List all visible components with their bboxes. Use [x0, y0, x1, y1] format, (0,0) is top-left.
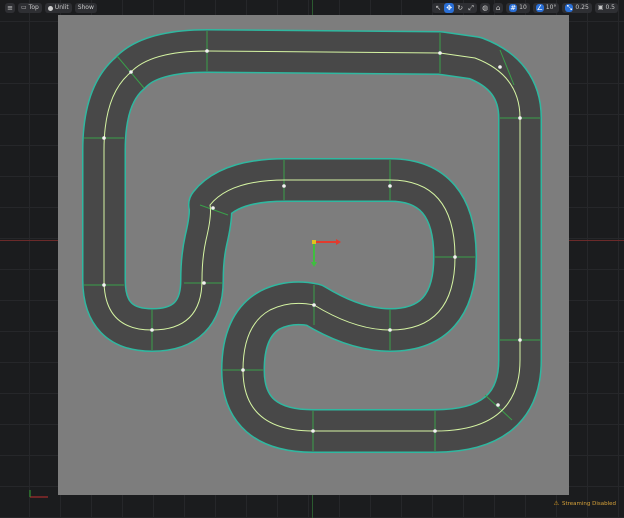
- scale-snap-button[interactable]: ⤡ 0.25: [562, 3, 592, 13]
- transform-gizmo[interactable]: [311, 239, 341, 267]
- world-axis-gizmo: [29, 490, 48, 498]
- rotation-snap-button[interactable]: ∠ 10°: [532, 3, 560, 13]
- view-mode-label: Top: [28, 4, 39, 11]
- scale-icon[interactable]: ⤢: [466, 3, 476, 13]
- spline-point: [205, 49, 209, 53]
- spline-point: [388, 184, 392, 188]
- translate-icon[interactable]: ✥: [444, 3, 455, 13]
- spline-point: [518, 116, 522, 120]
- spline-point: [311, 429, 315, 433]
- grid-snap-button[interactable]: # 10: [506, 3, 530, 13]
- rotation-snap-icon: ∠: [535, 4, 544, 12]
- camera-speed-icon: ▣: [597, 4, 604, 11]
- camera-speed-value: 0.5: [605, 4, 615, 11]
- spline-point: [129, 70, 133, 74]
- viewport-toolbar-right: ↖ ✥ ↻ ⤢ ◍ ⌂ # 10 ∠ 10° ⤡ 0.25 ▣ 0.5: [432, 3, 618, 13]
- camera-speed-button[interactable]: ▣ 0.5: [594, 3, 618, 13]
- show-label: Show: [77, 4, 94, 11]
- grid-size-value: 10: [519, 4, 527, 11]
- spline-point: [498, 65, 502, 69]
- spline-point: [102, 283, 106, 287]
- spline-point: [388, 328, 392, 332]
- spline-point: [241, 368, 245, 372]
- globe-icon[interactable]: ◍: [480, 3, 491, 13]
- show-button[interactable]: Show: [74, 3, 97, 13]
- viewport-type-icon: ▭: [21, 4, 27, 11]
- race-track[interactable]: [0, 0, 624, 518]
- view-mode-button[interactable]: ▭ Top: [18, 3, 42, 13]
- streaming-status: ⚠ Streaming Disabled: [554, 500, 616, 507]
- rotation-snap-value: 10°: [545, 4, 557, 11]
- grid-snap-icon: #: [509, 4, 518, 12]
- lit-mode-button[interactable]: Unlit: [44, 3, 72, 13]
- status-message: Streaming Disabled: [561, 500, 616, 507]
- hamburger-icon[interactable]: ≡: [5, 3, 15, 13]
- surface-snap-icon[interactable]: ⌂: [493, 3, 504, 13]
- transform-mode-group: ↖ ✥ ↻ ⤢: [432, 3, 478, 13]
- warning-icon: ⚠: [553, 500, 559, 507]
- spline-point: [102, 136, 106, 140]
- spline-point: [202, 281, 206, 285]
- scale-snap-icon: ⤡: [565, 4, 574, 12]
- spline-point: [312, 303, 316, 307]
- spline-point: [453, 255, 457, 259]
- select-arrow-icon[interactable]: ↖: [433, 3, 443, 13]
- level-viewport[interactable]: ≡ ▭ Top Unlit Show ↖ ✥ ↻ ⤢ ◍ ⌂ # 10 ∠ 10…: [0, 0, 624, 518]
- lit-mode-label: Unlit: [54, 4, 69, 11]
- spline-point: [211, 206, 215, 210]
- spline-point: [282, 184, 286, 188]
- lit-sphere-icon: [47, 5, 53, 11]
- spline-point: [438, 51, 442, 55]
- spline-point: [433, 429, 437, 433]
- scale-snap-value: 0.25: [575, 4, 589, 11]
- spline-point: [518, 338, 522, 342]
- spline-point: [496, 403, 500, 407]
- spline-point: [150, 328, 154, 332]
- rotate-icon[interactable]: ↻: [455, 3, 465, 13]
- viewport-toolbar-left: ≡ ▭ Top Unlit Show: [5, 3, 97, 13]
